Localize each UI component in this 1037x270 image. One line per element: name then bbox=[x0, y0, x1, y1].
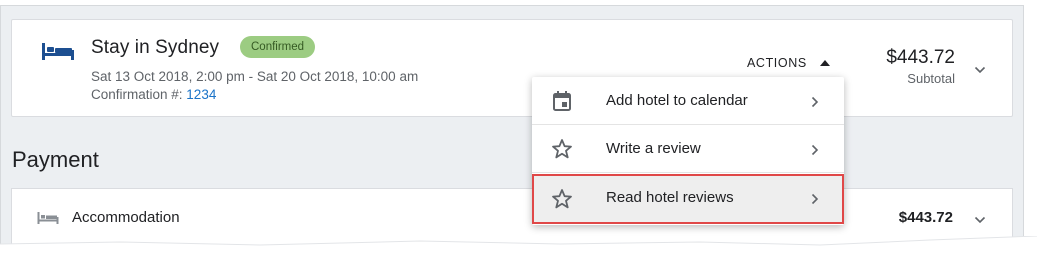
page-frame: Stay in Sydney Confirmed Sat 13 Oct 2018… bbox=[0, 5, 1024, 250]
chevron-down-icon[interactable] bbox=[974, 66, 986, 74]
bed-icon bbox=[37, 212, 59, 224]
trip-dates: Sat 13 Oct 2018, 2:00 pm - Sat 20 Oct 20… bbox=[91, 69, 419, 84]
subtotal-label: Subtotal bbox=[907, 71, 955, 86]
trip-card: Stay in Sydney Confirmed Sat 13 Oct 2018… bbox=[11, 19, 1013, 117]
confirmation-number-link[interactable]: 1234 bbox=[186, 87, 216, 102]
actions-button[interactable]: ACTIONS bbox=[747, 56, 807, 70]
chevron-down-icon[interactable] bbox=[974, 216, 986, 224]
calendar-icon bbox=[553, 91, 571, 111]
accommodation-label: Accommodation bbox=[72, 209, 180, 226]
menu-item-read-reviews[interactable]: Read hotel reviews bbox=[532, 174, 844, 224]
caret-up-icon[interactable] bbox=[820, 60, 830, 66]
chevron-right-icon bbox=[811, 144, 819, 156]
trip-title: Stay in Sydney bbox=[91, 37, 220, 58]
trip-price: $443.72 bbox=[886, 47, 955, 68]
confirmation-row: Confirmation #: 1234 bbox=[91, 87, 216, 102]
star-outline-icon bbox=[552, 139, 572, 159]
menu-item-add-to-calendar[interactable]: Add hotel to calendar bbox=[532, 77, 844, 125]
menu-item-label: Write a review bbox=[606, 140, 701, 157]
status-badge: Confirmed bbox=[240, 36, 316, 58]
torn-edge bbox=[0, 236, 1037, 270]
actions-dropdown-menu: Add hotel to calendar Write a review Rea… bbox=[532, 77, 844, 225]
chevron-right-icon bbox=[811, 193, 819, 205]
confirmation-label: Confirmation #: bbox=[91, 87, 187, 102]
payment-section-title: Payment bbox=[12, 147, 99, 172]
menu-item-label: Add hotel to calendar bbox=[606, 92, 748, 109]
hotel-bed-icon bbox=[42, 43, 74, 60]
star-outline-icon bbox=[552, 189, 572, 209]
accommodation-amount: $443.72 bbox=[898, 209, 953, 226]
menu-item-label: Read hotel reviews bbox=[606, 189, 734, 206]
chevron-right-icon bbox=[811, 96, 819, 108]
menu-item-write-review[interactable]: Write a review bbox=[532, 125, 844, 173]
